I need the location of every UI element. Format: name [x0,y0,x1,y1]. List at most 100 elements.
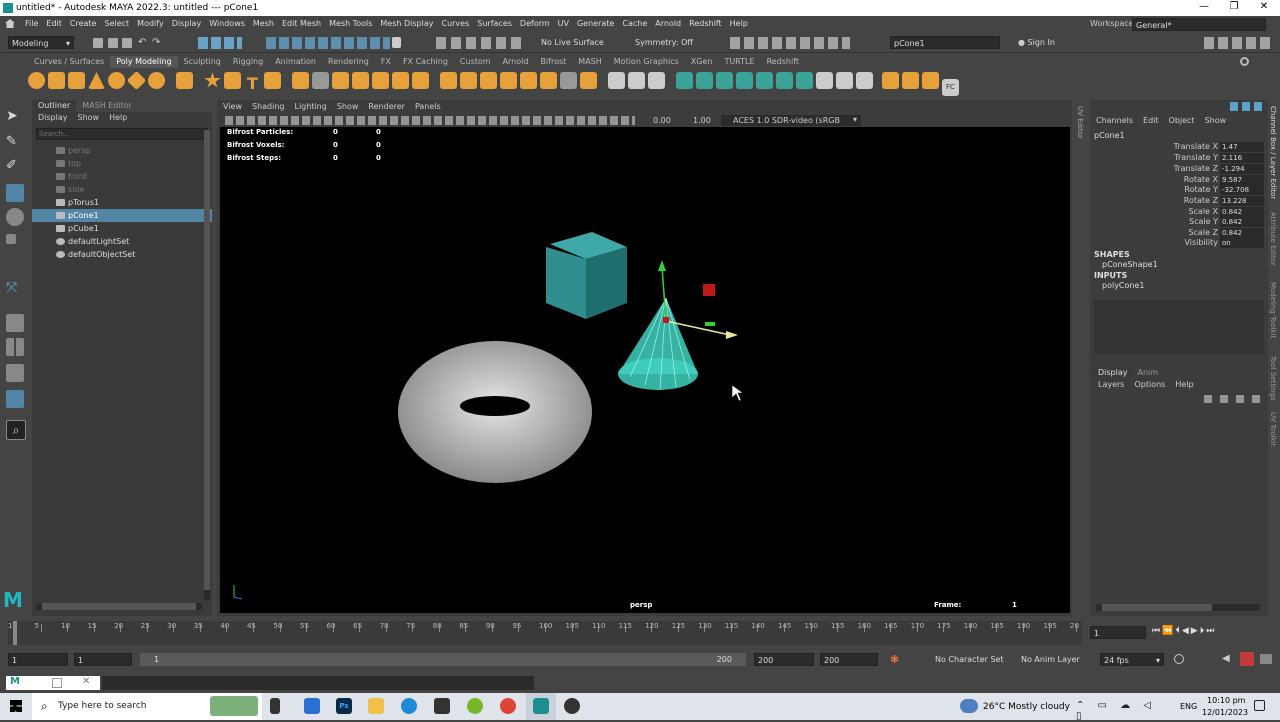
outliner-item-defaultobjectset[interactable]: defaultObjectSet [32,248,212,261]
outliner-v-scrollbar[interactable] [204,130,210,600]
menu-generate[interactable]: Generate [577,16,614,32]
playback-start-field[interactable]: 1 [74,653,132,666]
live-surface-label[interactable]: No Live Surface [541,38,604,47]
time-slider[interactable]: 1 5 10 15 20 25 30 35 40 45 50 55 60 65 70 75 80 85 90 95 10… [0,618,1280,648]
poke-icon[interactable] [580,72,597,89]
panel-toggle-icons[interactable] [1204,37,1270,49]
remesh-icon[interactable] [392,72,409,89]
layer-tab-anim[interactable]: Anim [1132,368,1165,377]
poly-plane-icon[interactable] [126,70,147,91]
outliner-item-ptorus1[interactable]: pTorus1 [32,196,212,209]
cb-attr-translate-x[interactable]: Translate X 1.47 [1090,142,1266,152]
outliner-h-scrollbar[interactable] [36,603,202,610]
gamma-field[interactable]: 1.00 [693,116,711,125]
menu-modify[interactable]: Modify [137,16,164,32]
menu-surfaces[interactable]: Surfaces [477,16,512,32]
outliner-item-pcone1[interactable]: pCone1 [32,209,212,222]
cb-menu-edit[interactable]: Edit [1143,116,1159,125]
go-end-icon[interactable]: ⏭ [1206,626,1216,636]
menu-mesh-display[interactable]: Mesh Display [380,16,433,32]
viewport-menu-shading[interactable]: Shading [252,102,285,111]
delete-edge-icon[interactable] [560,72,577,89]
command-input[interactable] [102,676,534,690]
obs-icon[interactable] [564,698,580,714]
single-view-icon[interactable] [6,314,24,332]
color-space-dropdown[interactable]: ACES 1.0 SDR-video (sRGB ▾ [721,115,861,126]
poly-sphere-icon[interactable] [28,72,45,89]
fps-dropdown[interactable]: 24 fps ▾ [1100,653,1164,666]
layout-icon[interactable] [796,72,813,89]
sign-in-button[interactable]: ● Sign In [1015,36,1097,49]
cb-menu-channels[interactable]: Channels [1096,116,1133,125]
outliner-item-front[interactable]: front [32,170,212,183]
close-button[interactable]: ✕ [1250,1,1278,15]
menu-redshift[interactable]: Redshift [689,16,721,32]
outliner-item-pcube1[interactable]: pCube1 [32,222,212,235]
outliner-menu-display[interactable]: Display [38,113,68,122]
cylindrical-uv-icon[interactable] [716,72,733,89]
weather-text[interactable]: 26°C Mostly cloudy [983,702,1070,712]
maximize-button[interactable]: ❐ [1220,1,1248,15]
bridge-icon[interactable] [460,72,477,89]
shelf-tab-xgen[interactable]: XGen [685,56,719,68]
cb-attr-scale-z[interactable]: Scale Z 0.842 [1090,228,1266,238]
current-frame-field[interactable]: 1 [1090,626,1146,639]
character-set-label[interactable]: No Character Set [935,655,1004,664]
cb-menu-object[interactable]: Object [1169,116,1195,125]
menu-cache[interactable]: Cache [622,16,647,32]
object-name-field[interactable]: pCone1 [890,36,1000,49]
move-tool-icon[interactable] [6,184,24,202]
viewport-menu-lighting[interactable]: Lighting [294,102,326,111]
cb-attr-scale-x[interactable]: Scale X 0.842 [1090,207,1266,217]
menu-select[interactable]: Select [104,16,129,32]
platonic-solid-icon[interactable] [176,72,193,89]
end-time-field[interactable]: 200 [820,653,878,666]
four-view-icon[interactable] [6,338,24,356]
side-tab-uv-toolkit[interactable]: UV Toolkit [1269,412,1277,446]
minimize-button[interactable]: — [1190,1,1218,15]
lasso-tool-icon[interactable]: ✎ [6,134,24,152]
cb-input-name[interactable]: polyCone1 [1102,281,1145,290]
play-back-icon[interactable]: ◀ [1182,626,1191,636]
layer-menu-help[interactable]: Help [1175,380,1193,389]
insert-edge-loop-icon[interactable] [628,72,645,89]
shelf-gear-icon[interactable] [1240,57,1249,66]
shelf-tab-turtle[interactable]: TURTLE [718,56,760,68]
weather-icon[interactable] [960,699,978,713]
menu-edit-mesh[interactable]: Edit Mesh [282,16,321,32]
new-scene-icon[interactable] [93,38,103,48]
home-icon[interactable] [5,19,15,28]
menu-deform[interactable]: Deform [520,16,550,32]
utorrent-icon[interactable] [467,698,483,714]
notifications-icon[interactable] [1254,700,1265,711]
task-view-icon[interactable] [270,698,280,714]
language-indicator[interactable]: ENG [1180,702,1197,711]
multi-cut-icon[interactable] [608,72,625,89]
open-scene-icon[interactable] [108,38,118,48]
prefs-icon[interactable] [1260,654,1272,664]
workspace-dropdown[interactable]: General* [1132,18,1266,31]
save-scene-icon[interactable] [122,38,132,48]
cb-attr-translate-y[interactable]: Translate Y 2.116 [1090,153,1266,163]
menu-edit[interactable]: Edit [46,16,62,32]
shelf-tab-rendering[interactable]: Rendering [322,56,375,68]
extract-icon[interactable] [902,72,919,89]
retopo-icon[interactable] [412,72,429,89]
smooth-icon[interactable] [332,72,349,89]
start-button-icon[interactable] [10,700,22,712]
shelf-tab-motion-graphics[interactable]: Motion Graphics [608,56,685,68]
cb-shape-name[interactable]: pConeShape1 [1102,260,1158,269]
menu-display[interactable]: Display [172,16,202,32]
shelf-tab-custom[interactable]: Custom [454,56,497,68]
bevel-icon[interactable] [480,72,497,89]
planar-uv-icon[interactable] [676,72,693,89]
outliner-search-input[interactable] [36,128,208,140]
shelf-tab-fx[interactable]: FX [375,56,397,68]
menu-curves[interactable]: Curves [441,16,469,32]
tab-mash-editor[interactable]: MASH Editor [76,100,138,112]
playback-controls[interactable]: ⏮⏪⏴◀▶⏵⏭ [1152,626,1274,638]
layer-menu-layers[interactable]: Layers [1098,380,1124,389]
select-mode-icons[interactable] [198,37,242,49]
mail-icon[interactable] [304,698,320,714]
step-back-key-icon[interactable]: ⏪ [1162,626,1175,636]
